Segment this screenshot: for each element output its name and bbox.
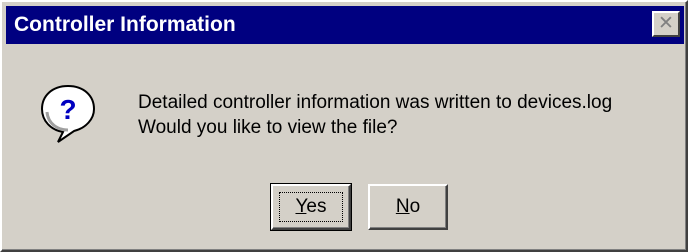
question-mark-glyph: ? bbox=[59, 94, 76, 125]
yes-button-label: Yes bbox=[295, 196, 327, 217]
question-icon: ? bbox=[38, 82, 98, 146]
no-button-label: No bbox=[395, 196, 421, 217]
controller-information-dialog: Controller Information ✕ ? Detailed cont… bbox=[0, 0, 688, 252]
message-line-1: Detailed controller information was writ… bbox=[138, 92, 613, 113]
message-text: Detailed controller information was writ… bbox=[138, 90, 612, 140]
no-button[interactable]: No bbox=[368, 184, 448, 230]
window-title: Controller Information bbox=[14, 13, 236, 36]
message-line-2: Would you like to view the file? bbox=[138, 117, 398, 138]
yes-button[interactable]: Yes bbox=[270, 183, 352, 231]
close-button[interactable]: ✕ bbox=[652, 11, 680, 37]
title-bar[interactable]: Controller Information ✕ bbox=[6, 6, 684, 44]
close-icon: ✕ bbox=[658, 13, 674, 34]
